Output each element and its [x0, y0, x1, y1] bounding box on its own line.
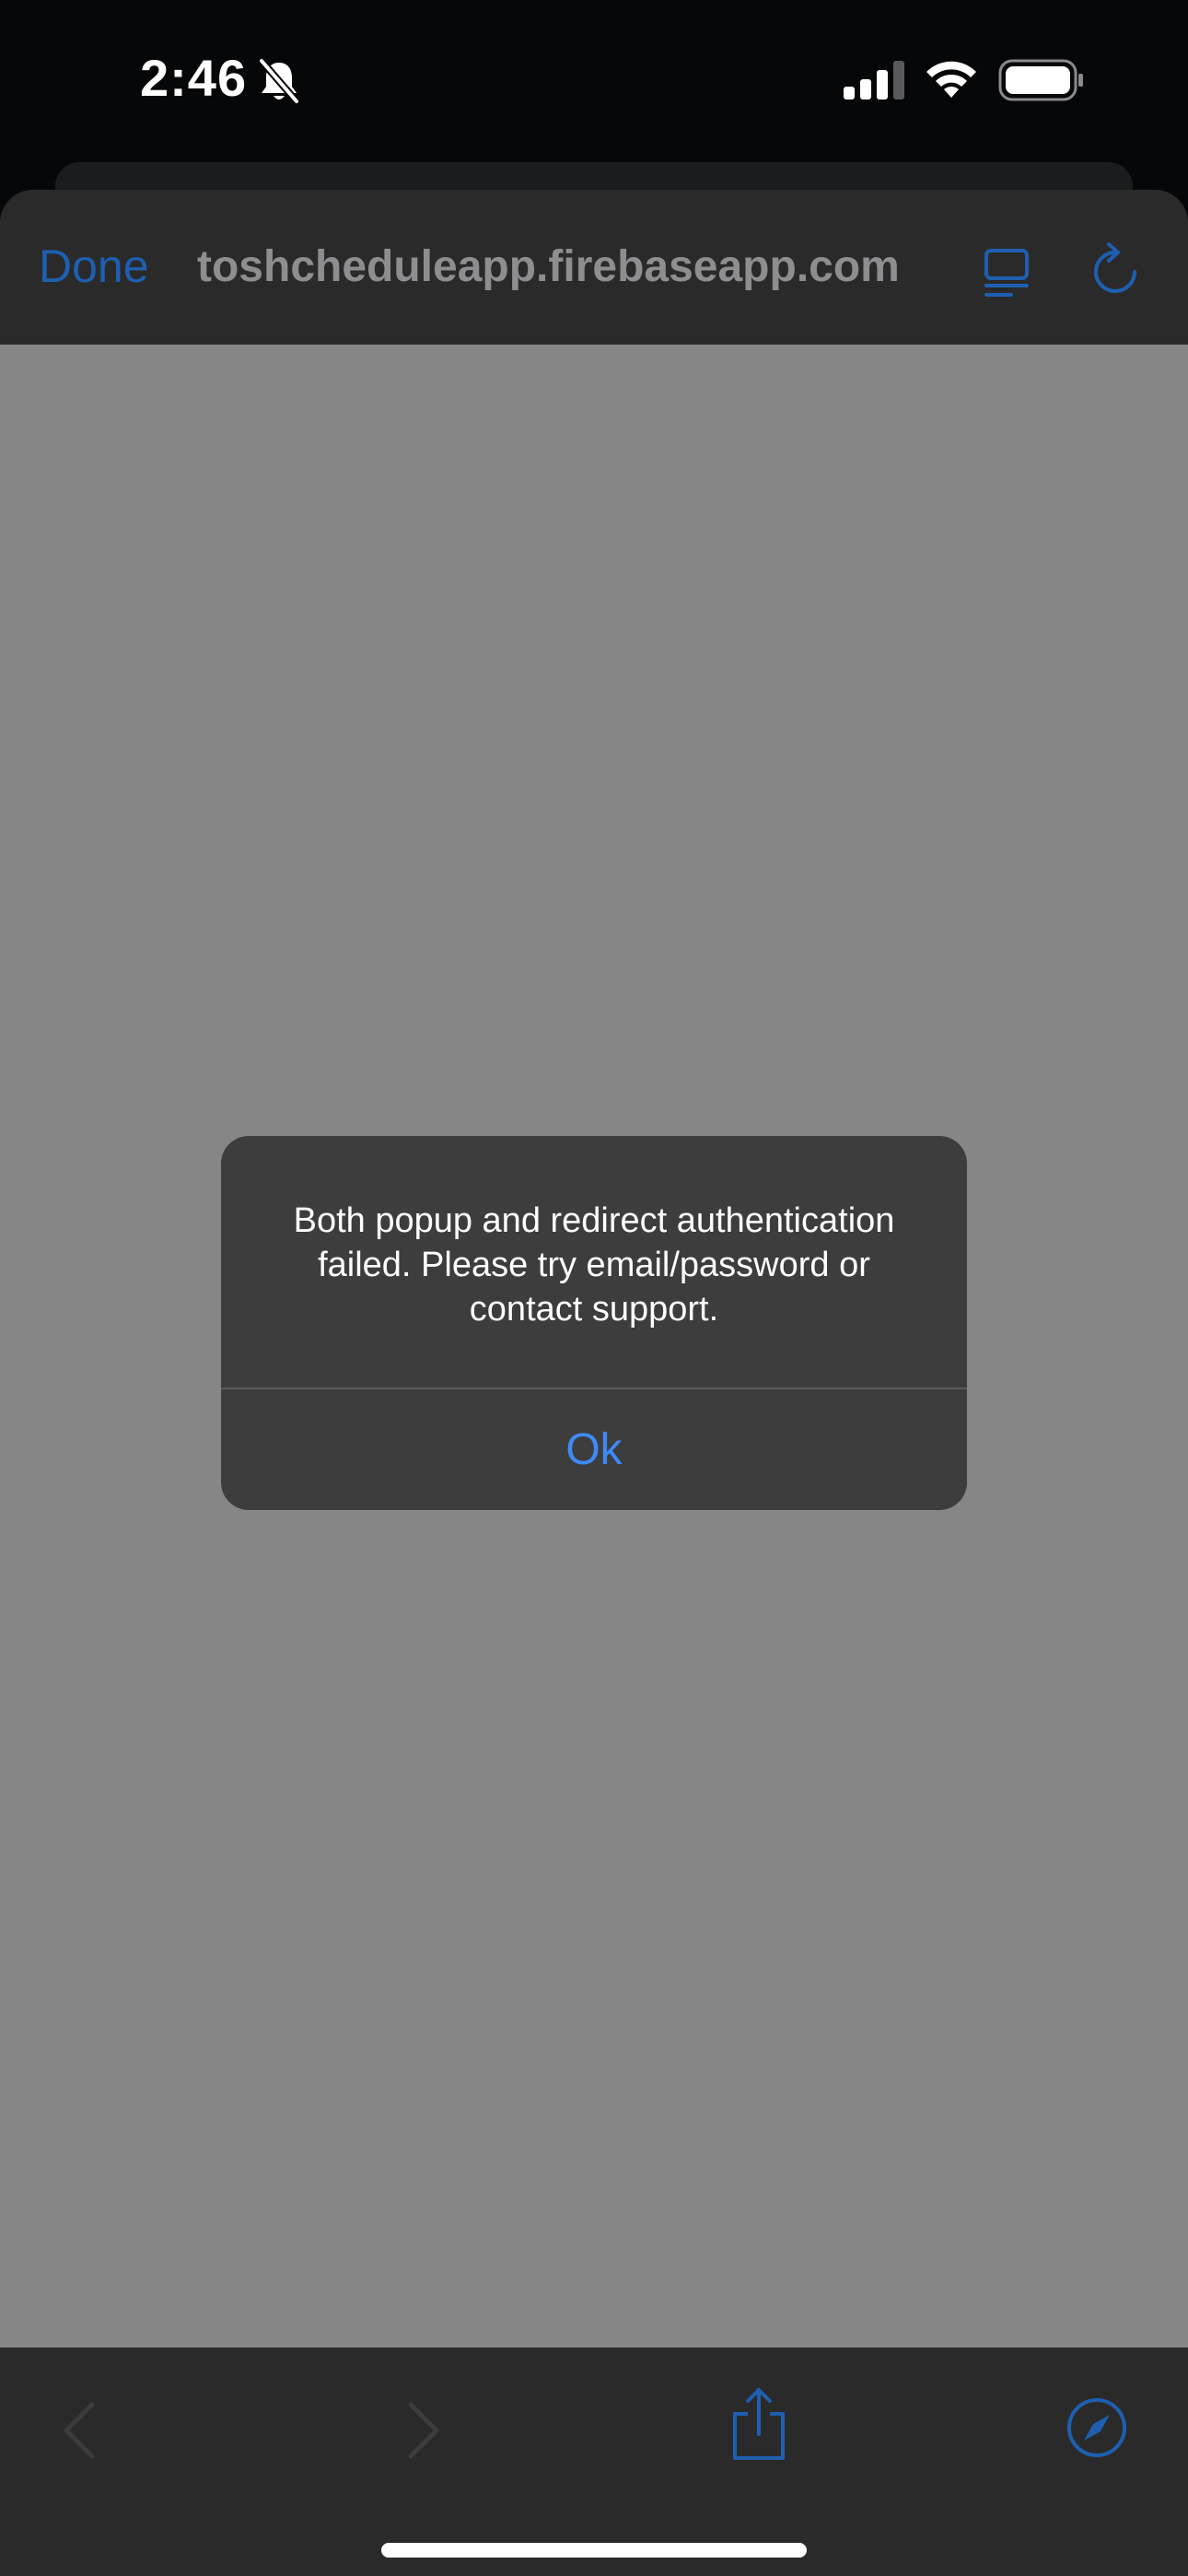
- forward-chevron-icon[interactable]: [405, 2401, 442, 2460]
- browser-top-toolbar: Done toshcheduleapp.firebaseapp.com: [0, 190, 1188, 345]
- bell-slash-icon: [258, 58, 300, 104]
- alert-dialog: Both popup and redirect authentication f…: [221, 1136, 967, 1510]
- reader-mode-icon[interactable]: [984, 245, 1030, 300]
- url-display: toshcheduleapp.firebaseapp.com: [197, 242, 900, 291]
- browser-bottom-toolbar: [0, 2348, 1188, 2576]
- back-chevron-icon[interactable]: [61, 2401, 98, 2460]
- wifi-icon: [926, 61, 976, 98]
- status-time: 2:46: [140, 49, 248, 107]
- reload-icon[interactable]: [1090, 241, 1140, 299]
- compass-icon[interactable]: [1066, 2397, 1127, 2458]
- done-button[interactable]: Done: [39, 240, 149, 293]
- share-icon[interactable]: [729, 2386, 788, 2462]
- home-indicator[interactable]: [381, 2543, 807, 2558]
- battery-icon: [998, 59, 1083, 101]
- cellular-signal-icon: [844, 61, 904, 100]
- ok-button[interactable]: Ok: [221, 1389, 967, 1510]
- status-bar: 2:46: [0, 0, 1188, 162]
- alert-message: Both popup and redirect authentication f…: [293, 1201, 895, 1329]
